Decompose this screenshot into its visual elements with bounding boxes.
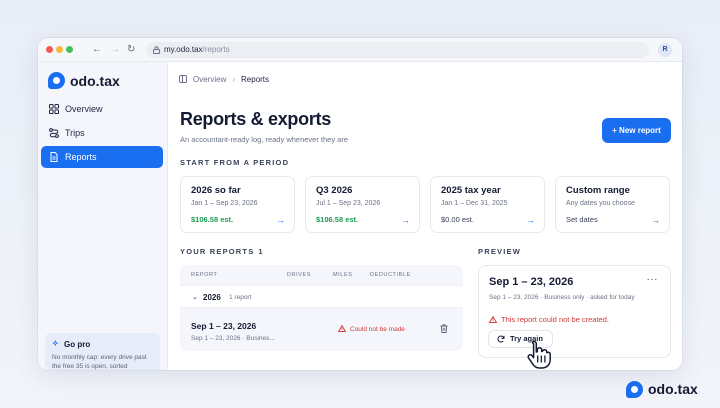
warning-icon <box>338 325 346 332</box>
lock-icon <box>153 46 160 54</box>
sidebar-item-reports[interactable]: Reports <box>41 146 163 168</box>
page-title: Reports & exports <box>180 109 331 129</box>
document-icon <box>50 152 58 162</box>
column-header-deductible: DEDUCTIBLE <box>370 272 411 278</box>
browser-window: ← → ↻ my.odo.tax/reports R odo.tax Overv… <box>38 38 682 370</box>
report-title: Sep 1 – 23, 2026 <box>191 321 257 331</box>
period-title: 2025 tax year <box>441 185 501 196</box>
plus-icon: + <box>612 126 620 135</box>
avatar[interactable]: R <box>658 43 672 57</box>
reports-count: 1 <box>258 247 263 256</box>
sidebar: odo.tax Overview Trips Reports ✧ Go pro … <box>38 62 168 370</box>
promo-title: ✧ Go pro <box>52 339 153 349</box>
promo-text: No monthly cap: every drive past the fre… <box>52 354 147 370</box>
report-subtitle: Sep 1 – 23, 2026 · Busines... <box>191 335 275 342</box>
minimize-window-dot[interactable] <box>56 46 63 53</box>
brand-mark-icon <box>626 381 643 398</box>
period-title: 2026 so far <box>191 185 241 196</box>
close-window-dot[interactable] <box>46 46 53 53</box>
refresh-icon <box>497 335 505 343</box>
grid-icon <box>49 104 59 114</box>
sidebar-item-trips[interactable]: Trips <box>41 122 163 144</box>
arrow-right-icon: → <box>401 215 410 225</box>
breadcrumb: Overview › Reports <box>179 75 269 84</box>
report-status-text: Could not be made <box>350 326 405 333</box>
period-title: Custom range <box>566 185 630 196</box>
sparkle-icon: ✧ <box>52 339 59 348</box>
promo-title-text: Go pro <box>64 340 91 349</box>
sidebar-item-label: Reports <box>65 152 97 162</box>
preview-error: This report could not be created. <box>489 315 609 324</box>
preview-subtitle: Sep 1 – 23, 2026 · Business only · asked… <box>489 294 635 301</box>
route-icon <box>49 128 59 138</box>
back-arrow-icon[interactable]: ← <box>92 42 102 58</box>
report-status: Could not be made <box>338 325 405 333</box>
sidebar-toggle-icon[interactable] <box>179 75 187 83</box>
brand-name: odo.tax <box>70 73 120 89</box>
period-estimate: $106.58 est. <box>191 215 234 224</box>
more-options-icon[interactable]: ··· <box>647 274 659 285</box>
forward-arrow-icon[interactable]: → <box>110 42 120 58</box>
sidebar-item-label: Overview <box>65 104 103 114</box>
periods-section-label: START FROM A PERIOD <box>180 158 290 167</box>
column-header-report: REPORT <box>191 272 218 278</box>
period-range: Any dates you choose <box>566 200 635 207</box>
sidebar-item-overview[interactable]: Overview <box>41 98 163 120</box>
reports-section-label: YOUR REPORTS 1 <box>180 247 263 256</box>
period-card-2025-tax-year[interactable]: 2025 tax year Jan 1 – Dec 31, 2025 $0.00… <box>430 176 545 233</box>
group-count: 1 report <box>229 294 252 301</box>
sidebar-item-label: Trips <box>65 128 85 138</box>
chevron-down-icon: ⌄ <box>192 294 198 301</box>
address-bar[interactable]: my.odo.tax/reports <box>146 42 649 58</box>
column-header-drives: DRIVES <box>287 272 312 278</box>
hand-cursor-icon <box>527 340 551 369</box>
url-path: /reports <box>202 45 230 54</box>
maximize-window-dot[interactable] <box>66 46 73 53</box>
year-group-row[interactable]: ⌄ 2026 1 report <box>180 285 463 308</box>
warning-icon <box>489 316 497 323</box>
period-title: Q3 2026 <box>316 185 353 196</box>
new-report-button[interactable]: + New report <box>602 118 671 143</box>
trash-icon[interactable] <box>440 324 448 333</box>
group-year: 2026 <box>203 293 221 302</box>
period-range: Jul 1 – Sep 23, 2026 <box>316 200 381 207</box>
browser-toolbar: ← → ↻ my.odo.tax/reports R <box>38 38 682 62</box>
breadcrumb-current: Reports <box>241 75 270 84</box>
new-report-label: New report <box>619 126 661 135</box>
arrow-right-icon: → <box>526 215 535 225</box>
period-card-2026-so-far[interactable]: 2026 so far Jan 1 – Sep 23, 2026 $106.58… <box>180 176 295 233</box>
column-header-miles: MILES <box>333 272 353 278</box>
arrow-right-icon: → <box>276 215 285 225</box>
arrow-right-icon: → <box>651 215 660 225</box>
reports-label-text: YOUR REPORTS <box>180 247 255 256</box>
go-pro-promo[interactable]: ✧ Go pro No monthly cap: every drive pas… <box>45 333 160 370</box>
reload-icon[interactable]: ↻ <box>127 42 135 58</box>
period-range: Jan 1 – Dec 31, 2025 <box>441 200 508 207</box>
period-range: Jan 1 – Sep 23, 2026 <box>191 200 258 207</box>
reports-table: REPORT DRIVES MILES DEDUCTIBLE ⌄ 2026 1 … <box>180 265 463 351</box>
preview-section-label: PREVIEW <box>478 247 521 256</box>
brand-mark-icon <box>48 72 65 89</box>
table-row[interactable]: Sep 1 – 23, 2026 Sep 1 – 23, 2026 · Busi… <box>180 309 463 351</box>
period-card-q3-2026[interactable]: Q3 2026 Jul 1 – Sep 23, 2026 $106.58 est… <box>305 176 420 233</box>
period-estimate: $0.00 est. <box>441 215 474 224</box>
preview-title: Sep 1 – 23, 2026 <box>489 276 574 288</box>
url-host: my.odo.tax <box>164 45 203 54</box>
period-card-custom-range[interactable]: Custom range Any dates you choose Set da… <box>555 176 670 233</box>
period-set-dates: Set dates <box>566 215 598 224</box>
footer-brand-name: odo.tax <box>648 381 698 397</box>
page-subtitle: An accountant-ready log, ready whenever … <box>180 135 349 144</box>
preview-error-text: This report could not be created. <box>501 315 609 324</box>
report-preview-card: Sep 1 – 23, 2026 ··· Sep 1 – 23, 2026 · … <box>478 265 671 358</box>
breadcrumb-overview[interactable]: Overview <box>193 75 226 84</box>
main-content: Overview › Reports Reports & exports An ac… <box>169 62 682 370</box>
chevron-right-icon: › <box>232 75 236 84</box>
period-estimate: $106.58 est. <box>316 215 359 224</box>
